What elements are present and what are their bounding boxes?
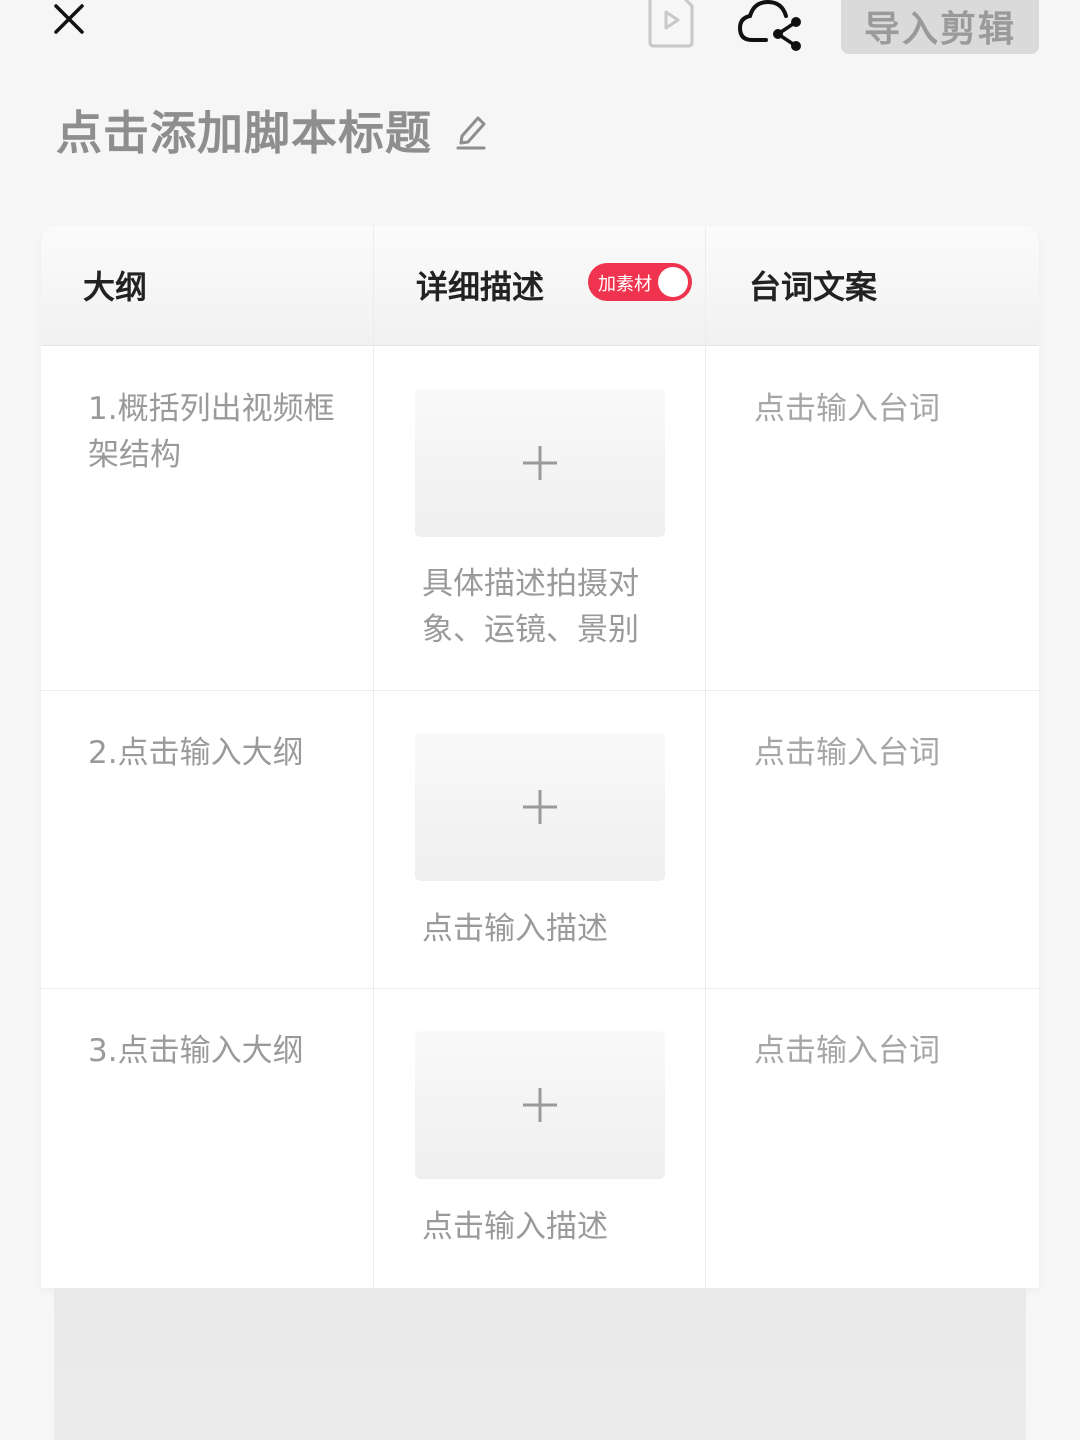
- title-row[interactable]: 点击添加脚本标题: [56, 98, 488, 162]
- row-1-description[interactable]: 具体描述拍摄对象、运镜、景别: [422, 561, 682, 653]
- row-2-description[interactable]: 点击输入描述: [422, 906, 682, 952]
- add-material-toggle[interactable]: 加素材: [588, 263, 692, 301]
- play-file-icon: [648, 0, 694, 48]
- plus-icon: [523, 1088, 557, 1122]
- plus-icon: [523, 790, 557, 824]
- row-divider: [41, 690, 1039, 691]
- row-1-lines[interactable]: 点击输入台词: [754, 386, 940, 432]
- row-3-description[interactable]: 点击输入描述: [422, 1204, 682, 1250]
- row-2-outline[interactable]: 2.点击输入大纲: [88, 730, 338, 776]
- row-2-lines[interactable]: 点击输入台词: [754, 730, 940, 776]
- row-divider: [41, 988, 1039, 989]
- plus-icon: [523, 446, 557, 480]
- row-1-outline[interactable]: 1.概括列出视频框架结构: [88, 386, 338, 478]
- import-edit-button[interactable]: 导入剪辑: [841, 0, 1039, 54]
- cloud-share-icon: [737, 0, 801, 51]
- script-editor-page: 导入剪辑 点击添加脚本标题 大纲 详细描述 加素材 台词文案 1.概括列出视频框…: [0, 0, 1080, 1440]
- row-3-add-media[interactable]: [415, 1031, 665, 1179]
- top-bar: 导入剪辑: [0, 0, 1080, 60]
- script-title[interactable]: 点击添加脚本标题: [56, 97, 432, 163]
- cloud-share-button[interactable]: [736, 0, 808, 56]
- add-material-label: 加素材: [598, 274, 652, 295]
- close-icon: [54, 4, 84, 34]
- row-3-lines[interactable]: 点击输入台词: [754, 1028, 940, 1074]
- table-header: 大纲 详细描述 加素材 台词文案: [41, 226, 1039, 346]
- row-3-outline[interactable]: 3.点击输入大纲: [88, 1028, 338, 1074]
- row-1-add-media[interactable]: [415, 389, 665, 537]
- bottom-panel: [54, 1288, 1026, 1440]
- close-button[interactable]: [44, 0, 94, 44]
- toggle-knob: [658, 267, 688, 297]
- column-divider: [373, 226, 374, 1288]
- script-table: 大纲 详细描述 加素材 台词文案 1.概括列出视频框架结构 具体描述拍摄对象、运…: [41, 226, 1039, 1288]
- preview-button[interactable]: [644, 0, 698, 48]
- column-header-outline: 大纲: [83, 268, 148, 306]
- pencil-icon[interactable]: [454, 110, 488, 150]
- column-header-description: 详细描述: [416, 268, 545, 306]
- column-divider: [705, 226, 706, 1288]
- column-header-lines: 台词文案: [749, 268, 878, 306]
- row-2-add-media[interactable]: [415, 733, 665, 881]
